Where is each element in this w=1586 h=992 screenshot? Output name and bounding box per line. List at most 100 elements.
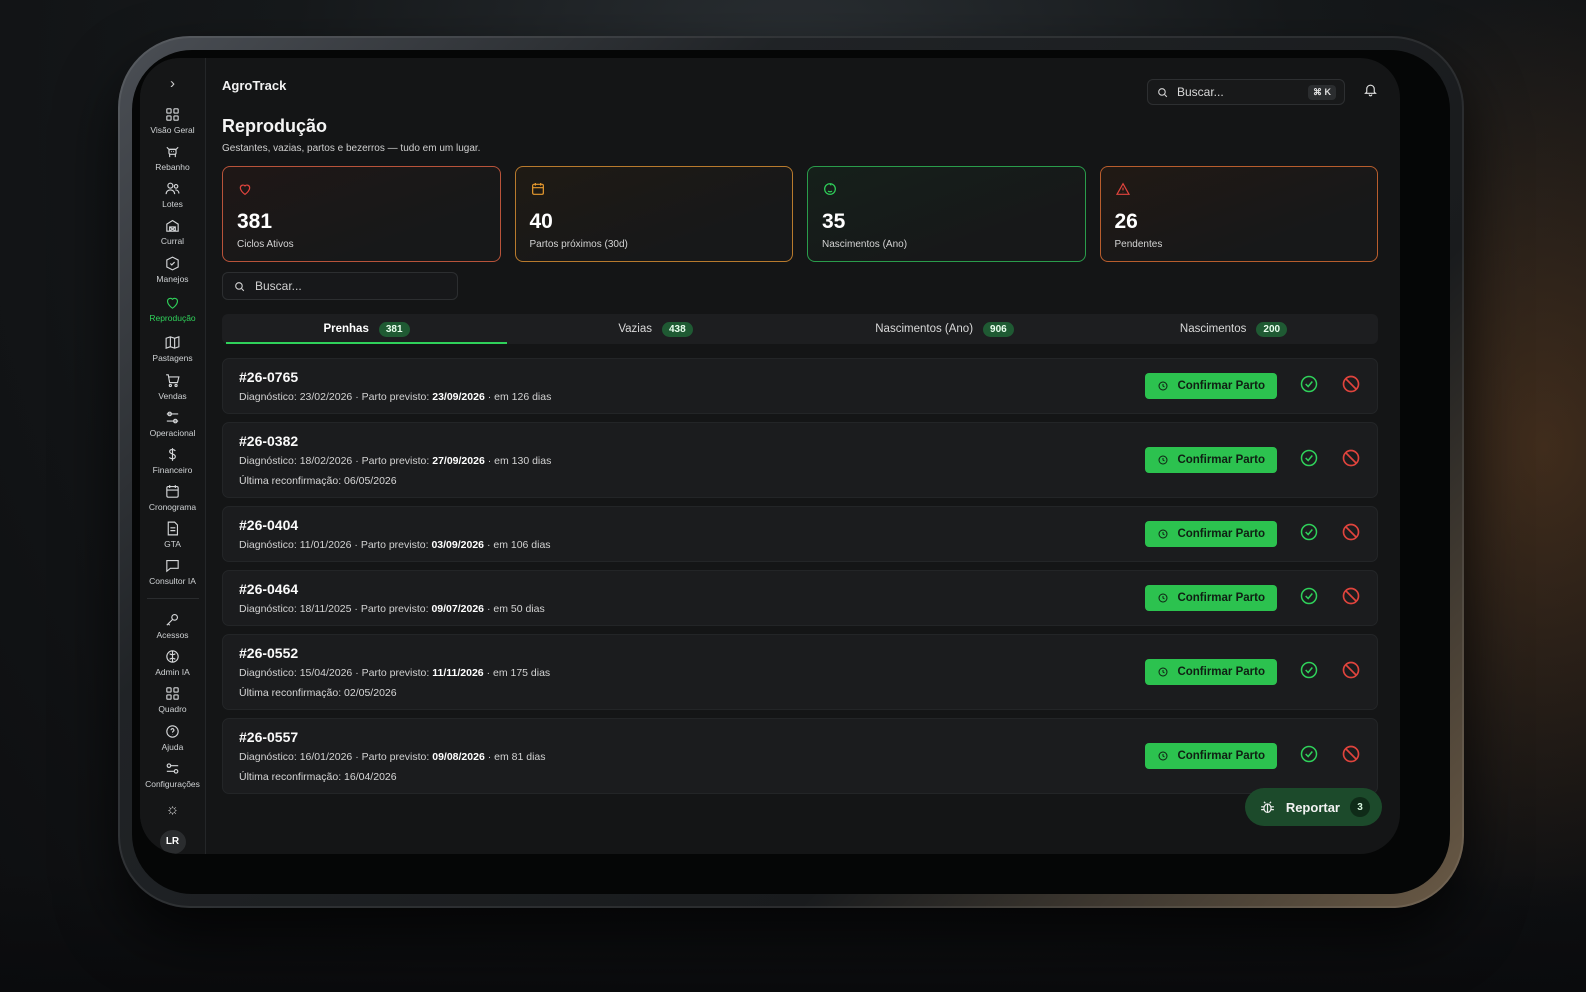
sidebar-item-quadro[interactable]: Quadro	[141, 681, 205, 718]
parto-label: Parto previsto:	[361, 455, 430, 467]
check-circle-icon[interactable]	[1299, 586, 1319, 611]
sidebar-item-financeiro[interactable]: Financeiro	[141, 442, 205, 479]
sidebar-item-visao-geral[interactable]: Visão Geral	[141, 102, 205, 139]
separator: ·	[354, 603, 358, 615]
sidebar-divider	[146, 598, 199, 600]
tab-prenhas[interactable]: Prenhas 381	[222, 314, 511, 344]
list-item[interactable]: #26-0552 Diagnóstico: 15/04/2026 · Parto…	[222, 634, 1378, 710]
sidebar-item-vendas[interactable]: Vendas	[141, 367, 205, 404]
sidebar-expand-button[interactable]: ›	[170, 66, 175, 102]
list-item[interactable]: #26-0765 Diagnóstico: 23/02/2026 · Parto…	[222, 358, 1378, 414]
ban-icon[interactable]	[1341, 660, 1361, 685]
global-search-input[interactable]: Buscar... ⌘ K	[1147, 79, 1345, 105]
sidebar-item-curral[interactable]: Curral	[141, 213, 205, 250]
page-subtitle: Gestantes, vazias, partos e bezerros — t…	[222, 143, 481, 154]
ban-icon[interactable]	[1341, 744, 1361, 769]
separator: ·	[355, 455, 359, 467]
record-id: #26-0404	[239, 517, 299, 533]
ban-icon[interactable]	[1341, 522, 1361, 547]
sidebar-item-label: Vendas	[158, 390, 187, 401]
record-actions: Confirmar Parto	[1145, 447, 1361, 473]
tab-vazias[interactable]: Vazias 438	[511, 314, 800, 344]
sidebar-item-consultor-ia[interactable]: Consultor IA	[141, 553, 205, 590]
record-id: #26-0382	[239, 433, 299, 449]
parto-date: 23/09/2026	[432, 391, 485, 403]
parto-label: Parto previsto:	[361, 751, 430, 763]
diag-date: 11/01/2026	[299, 539, 352, 551]
last-reconfirmation: Última reconfirmação: 02/05/2026	[239, 687, 397, 699]
check-circle-icon[interactable]	[1299, 744, 1319, 769]
record-id: #26-0557	[239, 729, 299, 745]
check-circle-icon[interactable]	[1299, 660, 1319, 685]
sidebar-item-label: Reprodução	[149, 313, 196, 324]
separator: ·	[487, 455, 492, 467]
parto-date: 09/08/2026	[432, 751, 485, 763]
days-until: em 50 dias	[493, 603, 545, 615]
sidebar-item-pastagens[interactable]: Pastagens	[141, 330, 205, 367]
sun-icon[interactable]: ☼	[166, 801, 180, 818]
sidebar-item-admin-ia[interactable]: Admin IA	[141, 644, 205, 681]
tab-nascimentos[interactable]: Nascimentos 200	[1089, 314, 1378, 344]
sidebar-item-configuracoes[interactable]: Configurações	[141, 756, 205, 793]
warning-icon	[1115, 182, 1130, 195]
confirm-birth-button[interactable]: Confirmar Parto	[1145, 373, 1277, 399]
board-icon	[166, 687, 179, 701]
confirm-birth-button[interactable]: Confirmar Parto	[1145, 447, 1277, 473]
check-circle-icon[interactable]	[1299, 522, 1319, 547]
parto-date: 09/07/2026	[431, 603, 485, 615]
topbar-actions: Buscar... ⌘ K	[1147, 79, 1378, 105]
confirm-birth-button[interactable]: Confirmar Parto	[1145, 659, 1277, 685]
tab-label: Prenhas	[323, 323, 369, 335]
clock-icon	[1158, 593, 1168, 603]
sidebar-item-acessos[interactable]: Acessos	[141, 607, 205, 644]
stat-card-pendentes[interactable]: 26 Pendentes	[1099, 166, 1378, 262]
last-reconfirmation: Última reconfirmação: 06/05/2026	[239, 475, 397, 487]
stat-value: 26	[1114, 210, 1138, 233]
stat-card-ciclos-ativos[interactable]: 381 Ciclos Ativos	[222, 166, 501, 262]
diag-date: 18/02/2026	[299, 455, 353, 467]
document-icon	[167, 521, 179, 536]
sidebar-item-label: Admin IA	[155, 667, 190, 678]
ban-icon[interactable]	[1341, 586, 1361, 611]
record-details: Diagnóstico: 18/11/2025 · Parto previsto…	[239, 603, 545, 615]
list-item[interactable]: #26-0404 Diagnóstico: 11/01/2026 · Parto…	[222, 506, 1378, 562]
sidebar-item-cronograma[interactable]: Cronograma	[141, 479, 205, 516]
check-circle-icon[interactable]	[1299, 374, 1319, 399]
separator: ·	[487, 751, 492, 763]
check-circle-icon[interactable]	[1299, 448, 1319, 473]
sidebar-item-reproducao[interactable]: Reprodução	[141, 288, 205, 331]
confirm-birth-button[interactable]: Confirmar Parto	[1145, 585, 1277, 611]
sidebar-item-rebanho[interactable]: Rebanho	[141, 139, 205, 176]
record-info: #26-0765 Diagnóstico: 23/02/2026 · Parto…	[239, 369, 551, 403]
separator: ·	[355, 391, 359, 403]
search-placeholder: Buscar...	[255, 279, 302, 293]
key-icon	[166, 614, 179, 626]
stat-label: Nascimentos (Ano)	[822, 239, 908, 250]
list-item[interactable]: #26-0464 Diagnóstico: 18/11/2025 · Parto…	[222, 570, 1378, 626]
days-until: em 106 dias	[493, 539, 551, 551]
heart-icon	[239, 184, 251, 196]
sidebar-item-label: Financeiro	[152, 464, 193, 475]
clock-icon	[1158, 455, 1168, 465]
report-button[interactable]: Reportar 3	[1244, 788, 1382, 826]
sidebar-item-label: Quadro	[158, 704, 187, 715]
avatar[interactable]: LR	[159, 829, 186, 854]
list-search-input[interactable]: Buscar...	[222, 272, 458, 300]
confirm-birth-button[interactable]: Confirmar Parto	[1145, 521, 1277, 547]
sidebar-item-ajuda[interactable]: Ajuda	[141, 719, 205, 756]
list-item[interactable]: #26-0382 Diagnóstico: 18/02/2026 · Parto…	[222, 422, 1378, 498]
sidebar-item-manejos[interactable]: Manejos	[141, 251, 205, 288]
confirm-birth-button[interactable]: Confirmar Parto	[1145, 743, 1277, 769]
list-item[interactable]: #26-0557 Diagnóstico: 16/01/2026 · Parto…	[222, 718, 1378, 794]
sidebar-item-lotes[interactable]: Lotes	[141, 176, 205, 213]
ban-icon[interactable]	[1341, 374, 1361, 399]
ban-icon[interactable]	[1341, 448, 1361, 473]
sidebar-item-operacional[interactable]: Operacional	[141, 405, 205, 442]
notifications-button[interactable]	[1363, 82, 1378, 102]
sidebar-item-label: Pastagens	[152, 353, 193, 364]
sidebar-item-label: Ajuda	[161, 741, 184, 752]
stat-card-partos-proximos[interactable]: 40 Partos próximos (30d)	[514, 166, 793, 262]
sidebar-item-gta[interactable]: GTA	[141, 516, 205, 553]
tab-nascimentos-ano[interactable]: Nascimentos (Ano) 906	[800, 314, 1089, 344]
stat-card-nascimentos-ano[interactable]: 35 Nascimentos (Ano)	[807, 166, 1086, 262]
